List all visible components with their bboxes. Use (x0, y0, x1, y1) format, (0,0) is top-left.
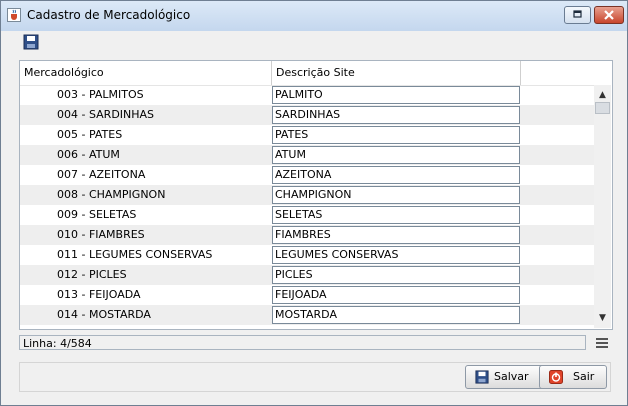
table-row[interactable]: 006 - ATUM ATUM (20, 145, 594, 165)
restore-button[interactable] (564, 6, 591, 24)
descricao-site-field[interactable]: SARDINHAS (272, 106, 520, 124)
descricao-site-field[interactable]: PATES (272, 126, 520, 144)
restore-icon (573, 10, 582, 18)
scroll-up-icon[interactable]: ▲ (594, 88, 611, 102)
mercadologico-cell[interactable]: 007 - AZEITONA (20, 165, 272, 185)
scroll-down-icon[interactable]: ▼ (594, 311, 611, 325)
save-button-label: Salvar (494, 370, 529, 383)
table-row[interactable]: 010 - FIAMBRES FIAMBRES (20, 225, 594, 245)
mercadologico-cell[interactable]: 003 - PALMITOS (20, 85, 272, 105)
descricao-site-field[interactable]: ATUM (272, 146, 520, 164)
descricao-site-field[interactable]: PICLES (272, 266, 520, 284)
menu-lines-icon[interactable] (595, 336, 609, 350)
mercadologico-cell[interactable]: 010 - FIAMBRES (20, 225, 272, 245)
close-button[interactable] (594, 6, 624, 24)
column-header-mercadologico[interactable]: Mercadológico (20, 61, 272, 85)
mercadologico-cell[interactable]: 012 - PICLES (20, 265, 272, 285)
column-header-descricao-site[interactable]: Descrição Site (272, 61, 521, 85)
vertical-scrollbar[interactable]: ▲ ▼ (594, 85, 611, 328)
save-button[interactable]: Salvar (465, 365, 547, 389)
exit-button[interactable]: Sair (539, 365, 607, 389)
descricao-site-field[interactable]: PALMITO (272, 86, 520, 104)
floppy-disk-icon[interactable] (23, 34, 39, 50)
scroll-thumb[interactable] (595, 102, 610, 114)
table-row[interactable]: 013 - FEIJOADA FEIJOADA (20, 285, 594, 305)
footer-panel: Salvar Sair (19, 362, 611, 392)
table-header: Mercadológico Descrição Site (20, 61, 594, 86)
descricao-site-field[interactable]: FIAMBRES (272, 226, 520, 244)
mercadologico-cell[interactable]: 014 - MOSTARDA (20, 305, 272, 325)
title-bar: Cadastro de Mercadológico (1, 1, 627, 31)
descricao-site-field[interactable]: FEIJOADA (272, 286, 520, 304)
mercadologico-cell[interactable]: 013 - FEIJOADA (20, 285, 272, 305)
table-row[interactable]: 003 - PALMITOS PALMITO (20, 85, 594, 105)
app-window: Cadastro de Mercadológico Mercadológico … (0, 0, 628, 406)
mercadologico-cell[interactable]: 008 - CHAMPIGNON (20, 185, 272, 205)
table-row[interactable]: 011 - LEGUMES CONSERVAS LEGUMES CONSERVAS (20, 245, 594, 265)
mercadologico-cell[interactable]: 004 - SARDINHAS (20, 105, 272, 125)
window-title: Cadastro de Mercadológico (27, 8, 191, 22)
close-icon (604, 10, 614, 20)
table-row[interactable]: 004 - SARDINHAS SARDINHAS (20, 105, 594, 125)
mercadologico-cell[interactable]: 009 - SELETAS (20, 205, 272, 225)
descricao-site-field[interactable]: LEGUMES CONSERVAS (272, 246, 520, 264)
floppy-disk-icon (475, 370, 489, 384)
table-row[interactable]: 009 - SELETAS SELETAS (20, 205, 594, 225)
exit-button-label: Sair (573, 370, 595, 383)
table-row[interactable]: 007 - AZEITONA AZEITONA (20, 165, 594, 185)
mercadologico-cell[interactable]: 005 - PATES (20, 125, 272, 145)
table-body: 003 - PALMITOS PALMITO 004 - SARDINHAS SARD… (20, 85, 594, 325)
table-row[interactable]: 014 - MOSTARDA MOSTARDA (20, 305, 594, 325)
mercadologico-cell[interactable]: 011 - LEGUMES CONSERVAS (20, 245, 272, 265)
mercadologico-table: Mercadológico Descrição Site 003 - PALMI… (19, 60, 613, 330)
table-row[interactable]: 012 - PICLES PICLES (20, 265, 594, 285)
descricao-site-field[interactable]: MOSTARDA (272, 306, 520, 324)
descricao-site-field[interactable]: CHAMPIGNON (272, 186, 520, 204)
status-bar: Linha: 4/584 (19, 335, 586, 350)
mercadologico-cell[interactable]: 006 - ATUM (20, 145, 272, 165)
power-icon (549, 370, 563, 384)
java-cup-icon (7, 8, 21, 22)
table-row[interactable]: 005 - PATES PATES (20, 125, 594, 145)
table-row[interactable]: 008 - CHAMPIGNON CHAMPIGNON (20, 185, 594, 205)
descricao-site-field[interactable]: AZEITONA (272, 166, 520, 184)
descricao-site-field[interactable]: SELETAS (272, 206, 520, 224)
